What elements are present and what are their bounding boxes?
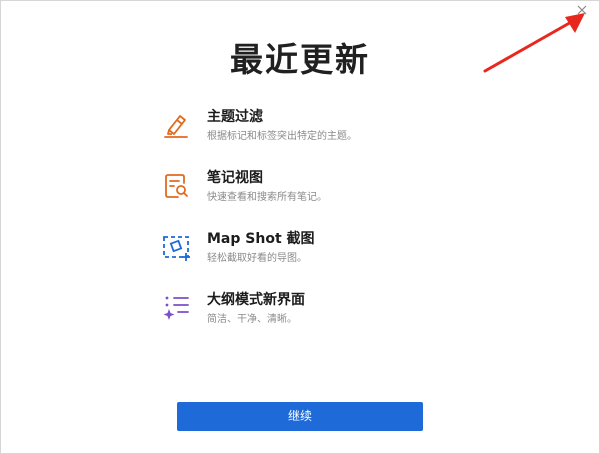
feature-item-topic-filter: 主题过滤 根据标记和标签突出特定的主题。 (161, 106, 461, 146)
feature-description: 轻松截取好看的导图。 (207, 253, 307, 264)
whats-new-dialog: 最近更新 主题过滤 根据标记和标签突出特定的主题。 笔记视图 快速查看和搜索所有… (0, 0, 600, 454)
outline-sparkle-icon (161, 293, 191, 323)
page-title: 最近更新 (230, 40, 370, 79)
feature-description: 快速查看和搜索所有笔记。 (207, 192, 327, 203)
continue-button[interactable]: 继续 (177, 402, 423, 431)
feature-title: Map Shot 截图 (207, 231, 315, 247)
feature-description: 根据标记和标签突出特定的主题。 (207, 131, 357, 142)
close-icon (577, 5, 587, 15)
feature-title: 主题过滤 (207, 109, 263, 125)
feature-item-map-shot: Map Shot 截图 轻松截取好看的导图。 (161, 228, 461, 268)
highlighter-icon (161, 110, 191, 140)
screenshot-icon (161, 232, 191, 262)
feature-item-outline-mode: 大纲模式新界面 简洁、干净、清晰。 (161, 289, 461, 329)
close-button[interactable] (573, 1, 591, 19)
feature-description: 简洁、干净、清晰。 (207, 314, 297, 325)
feature-item-note-view: 笔记视图 快速查看和搜索所有笔记。 (161, 167, 461, 207)
note-search-icon (161, 171, 191, 201)
feature-title: 笔记视图 (207, 170, 263, 186)
feature-title: 大纲模式新界面 (207, 292, 305, 308)
